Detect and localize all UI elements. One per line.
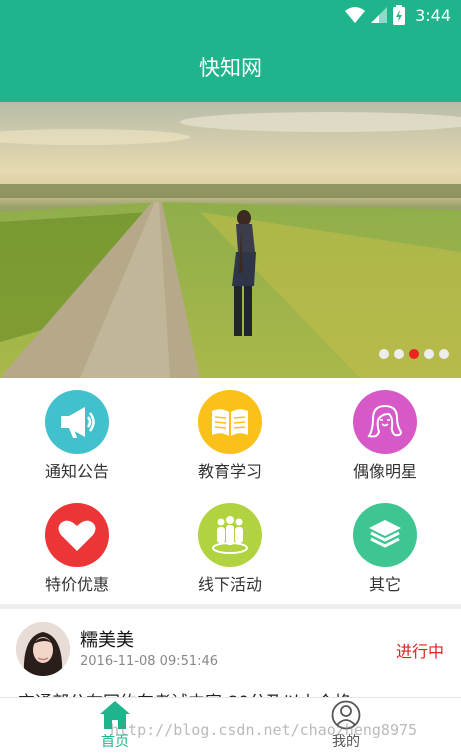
category-label: 教育学习 bbox=[197, 462, 262, 481]
category-label: 线下活动 bbox=[197, 575, 262, 594]
post-date: 2016-11-08 09:51:46 bbox=[80, 654, 219, 669]
banner-dot[interactable] bbox=[424, 349, 434, 359]
banner-dot[interactable] bbox=[439, 349, 449, 359]
app-title: 快知网 bbox=[199, 56, 262, 80]
author-name[interactable]: 糯美美 bbox=[80, 626, 134, 652]
status-time: 3:44 bbox=[415, 5, 451, 25]
category-notice[interactable]: 通知公告 bbox=[7, 378, 147, 490]
category-other[interactable]: 其它 bbox=[315, 491, 455, 603]
layers-icon bbox=[353, 503, 417, 567]
category-label: 通知公告 bbox=[44, 462, 109, 481]
banner-dot[interactable] bbox=[379, 349, 389, 359]
post-excerpt[interactable]: 交通部公布网约车考试内容 80分及以上合格 bbox=[18, 688, 351, 697]
group-activity-icon bbox=[198, 503, 262, 567]
watermark: http://blog.csdn.net/chaozheng8975 bbox=[110, 721, 418, 739]
category-discount[interactable]: 特价优惠 bbox=[7, 491, 147, 603]
post-card[interactable]: 糯美美 2016-11-08 09:51:46 进行中 交通部公布网约车考试内容… bbox=[8, 612, 454, 697]
category-grid: 通知公告 教育学习 偶像明星 特价优惠 线下活动 其它 bbox=[0, 378, 461, 604]
category-label: 其它 bbox=[368, 575, 401, 594]
category-label: 偶像明星 bbox=[352, 462, 417, 481]
banner-indicator bbox=[379, 349, 449, 359]
banner-carousel[interactable] bbox=[0, 102, 461, 378]
category-label: 特价优惠 bbox=[44, 575, 109, 594]
status-badge: 进行中 bbox=[395, 642, 444, 661]
battery-charging-icon bbox=[393, 5, 406, 25]
megaphone-icon bbox=[45, 390, 109, 454]
banner-dot-active[interactable] bbox=[409, 349, 419, 359]
signal-icon bbox=[371, 7, 388, 23]
heart-icon bbox=[45, 503, 109, 567]
avatar[interactable] bbox=[16, 622, 70, 676]
wifi-icon bbox=[345, 7, 366, 23]
status-bar: 3:44 bbox=[0, 0, 461, 32]
banner-dot[interactable] bbox=[394, 349, 404, 359]
book-icon bbox=[198, 390, 262, 454]
category-offline-activity[interactable]: 线下活动 bbox=[160, 491, 300, 603]
category-education[interactable]: 教育学习 bbox=[160, 378, 300, 490]
app-bar: 快知网 bbox=[0, 32, 461, 102]
banner-image bbox=[0, 102, 461, 378]
category-idol[interactable]: 偶像明星 bbox=[315, 378, 455, 490]
idol-portrait-icon bbox=[353, 390, 417, 454]
section-divider bbox=[0, 604, 461, 609]
status-icons: 3:44 bbox=[345, 5, 451, 25]
